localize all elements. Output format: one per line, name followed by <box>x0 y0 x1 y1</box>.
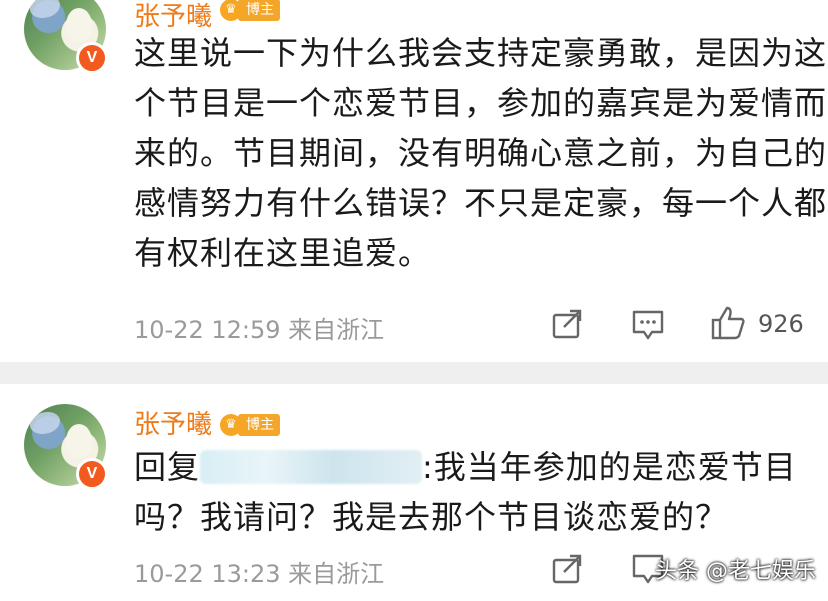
separator <box>0 362 828 384</box>
reply-text: 回复 :我当年参加的是恋爱节目 吗？我请问？我是去那个节目谈恋爱的？ <box>134 442 797 542</box>
location: 来自浙江 <box>288 316 385 344</box>
comment-icon[interactable] <box>632 310 664 340</box>
comment-line: 有权利在这里追爱。 <box>134 234 432 272</box>
comment-line: 这里说一下为什么我会支持定豪勇敢，是因为这 <box>134 34 828 72</box>
blogger-tag-label: 博主 <box>238 414 280 436</box>
blogger-tag: ♛ 博主 <box>220 412 280 438</box>
comment-line: 来的。节目期间，没有明确心意之前，为自己的 <box>134 134 828 172</box>
username[interactable]: 张予曦 <box>134 404 212 441</box>
like-icon[interactable] <box>711 306 745 340</box>
timestamp: 10-22 13:23 <box>134 560 281 588</box>
reply-line: 吗？我请问？我是去那个节目谈恋爱的？ <box>134 498 729 536</box>
verified-badge: V <box>76 458 108 490</box>
reply-line: 回复 :我当年参加的是恋爱节目 <box>134 442 797 492</box>
share-icon[interactable] <box>552 309 584 339</box>
reply-rest: :我当年参加的是恋爱节目 <box>422 448 797 486</box>
location: 来自浙江 <box>288 560 385 588</box>
like-count: 926 <box>758 310 804 338</box>
share-icon[interactable] <box>552 554 584 584</box>
comment-card-1: V 张予曦 ♛ 博主 这里说一下为什么我会支持定豪勇敢，是因为这 个节目是一个恋… <box>0 0 828 362</box>
avatar-bird <box>66 424 92 458</box>
blurred-mention[interactable] <box>200 450 423 484</box>
crown-icon: ♛ <box>220 414 242 436</box>
watermark: 头条 @老七娱乐 <box>655 559 816 584</box>
avatar-leaf <box>30 0 60 18</box>
comment-meta: 10-22 12:59 来自浙江 <box>134 310 384 345</box>
blogger-tag: ♛ 博主 <box>220 0 280 23</box>
avatar-leaf <box>30 412 60 434</box>
comment-line: 感情努力有什么错误？不只是定豪，每一个人都 <box>134 184 828 222</box>
comment-meta: 10-22 13:23 来自浙江 <box>134 554 384 589</box>
verified-badge: V <box>76 42 108 74</box>
blogger-tag-label: 博主 <box>238 0 280 21</box>
crown-icon: ♛ <box>220 0 242 21</box>
reply-prefix: 回复 <box>134 448 201 486</box>
avatar-bird <box>66 8 92 42</box>
comment-line: 个节目是一个恋爱节目，参加的嘉宾是为爱情而 <box>134 84 828 122</box>
comment-text: 这里说一下为什么我会支持定豪勇敢，是因为这 个节目是一个恋爱节目，参加的嘉宾是为… <box>134 28 827 278</box>
timestamp: 10-22 12:59 <box>134 316 281 344</box>
